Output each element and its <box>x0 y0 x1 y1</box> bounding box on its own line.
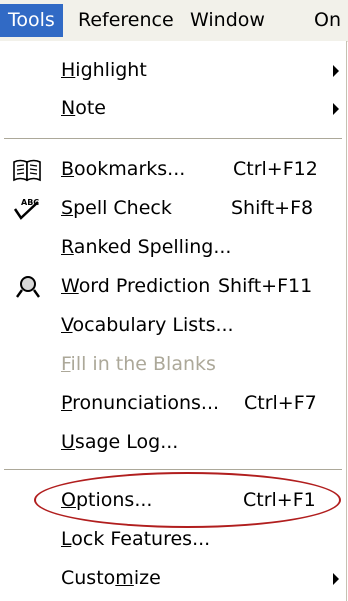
submenu-arrow-icon <box>333 65 339 77</box>
menu-item-word-prediction[interactable]: Word Prediction Shift+F11 <box>0 268 346 306</box>
menu-separator <box>4 469 342 470</box>
menu-item-usage-log[interactable]: Usage Log... <box>0 424 346 462</box>
menu-item-fill-in-the-blanks: Fill in the Blanks <box>0 346 346 384</box>
menu-item-pronunciations[interactable]: Pronunciations... Ctrl+F7 <box>0 385 346 423</box>
menu-item-label: Pronunciations... <box>61 392 220 414</box>
menu-item-label: Spell Check <box>61 197 172 219</box>
menu-item-shortcut: Shift+F11 <box>218 275 313 297</box>
menu-separator <box>4 138 342 139</box>
menu-item-ranked-spelling[interactable]: Ranked Spelling... <box>0 229 346 267</box>
menu-reference[interactable]: Reference <box>70 4 182 37</box>
submenu-arrow-icon <box>333 573 339 585</box>
menu-item-label: Highlight <box>61 59 147 81</box>
book-icon <box>12 157 42 183</box>
menu-bar: Tools Reference Window On <box>0 0 348 42</box>
menu-item-label: Usage Log... <box>61 431 179 453</box>
menu-item-label: Fill in the Blanks <box>61 353 216 375</box>
menu-item-label: Vocabulary Lists... <box>61 314 234 336</box>
menu-tools[interactable]: Tools <box>0 4 63 37</box>
menu-item-shortcut: Ctrl+F12 <box>233 158 318 180</box>
spell-check-icon: ABC <box>12 196 42 222</box>
menu-item-bookmarks[interactable]: Bookmarks... Ctrl+F12 <box>0 151 346 189</box>
menu-item-note[interactable]: Note <box>0 90 346 128</box>
menu-item-spell-check[interactable]: ABC Spell Check Shift+F8 <box>0 190 346 228</box>
menu-window[interactable]: Window <box>182 4 273 37</box>
menu-item-shortcut: Shift+F8 <box>231 197 314 219</box>
menu-item-label: Customize <box>61 567 161 589</box>
menu-item-vocabulary-lists[interactable]: Vocabulary Lists... <box>0 307 346 345</box>
menu-item-label: Lock Features... <box>61 528 211 550</box>
menu-on[interactable]: On <box>306 4 348 37</box>
menu-item-label: Bookmarks... <box>61 158 186 180</box>
menu-item-highlight[interactable]: Highlight <box>0 52 346 90</box>
menu-item-shortcut: Ctrl+F7 <box>244 392 317 414</box>
magnifier-icon <box>12 274 42 300</box>
menu-item-label: Note <box>61 97 106 119</box>
annotation-ellipse <box>34 472 341 528</box>
menu-item-label: Word Prediction <box>61 275 211 297</box>
menu-item-customize[interactable]: Customize <box>0 560 346 598</box>
menu-item-label: Ranked Spelling... <box>61 236 232 258</box>
submenu-arrow-icon <box>333 103 339 115</box>
